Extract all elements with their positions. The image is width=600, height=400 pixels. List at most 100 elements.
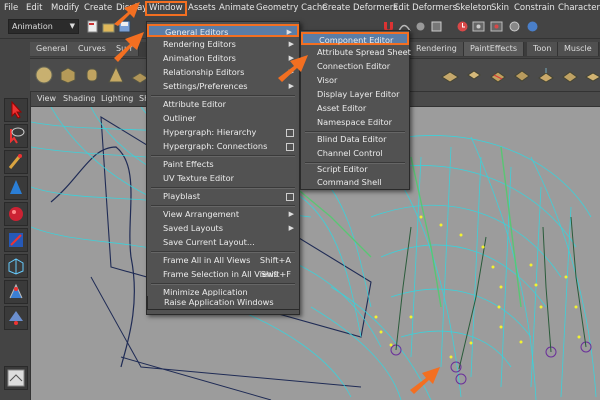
- polygon-wedge-icon[interactable]: [536, 65, 556, 85]
- render-icon[interactable]: [472, 20, 485, 33]
- menu-item-label: Namespace Editor: [317, 117, 393, 127]
- general-editors-channel-control[interactable]: Channel Control: [301, 147, 409, 160]
- tutorial-arrow-icon: [114, 32, 144, 62]
- panel-menu-view[interactable]: View: [37, 94, 56, 103]
- menu-item-label: Attribute Spread Sheet: [317, 47, 411, 57]
- point-snap-icon[interactable]: [414, 20, 427, 33]
- general-editors-attribute-spread-sheet[interactable]: Attribute Spread Sheet: [301, 46, 411, 59]
- soft-mod-icon[interactable]: [4, 280, 28, 304]
- chevron-down-icon: ▼: [69, 22, 75, 30]
- menu-item-label: Saved Layouts: [163, 223, 223, 233]
- menu-modify[interactable]: Modify: [51, 3, 79, 13]
- general-editors-asset-editor[interactable]: Asset Editor: [301, 102, 409, 115]
- shelf-tab-toon[interactable]: Toon: [527, 42, 559, 56]
- general-editors-component-editor[interactable]: Component Editor: [301, 32, 409, 45]
- polygon-smooth-icon[interactable]: [560, 65, 580, 85]
- history-icon[interactable]: [456, 20, 469, 33]
- window-menu-rendering-editors[interactable]: Rendering Editors ▶: [147, 38, 299, 51]
- window-menu-hypergraph-connections[interactable]: Hypergraph: Connections: [147, 140, 299, 153]
- nurbs-cone-icon[interactable]: [106, 65, 126, 85]
- shelf-tab-curves[interactable]: Curves: [72, 42, 113, 56]
- menu-geometry-cache[interactable]: Geometry Cache: [256, 3, 328, 13]
- polygon-combine-icon[interactable]: [584, 65, 600, 85]
- menu-animate[interactable]: Animate: [219, 3, 255, 13]
- menu-item-label: Attribute Editor: [163, 99, 226, 109]
- menu-assets[interactable]: Assets: [188, 3, 216, 13]
- shelf-tab-muscle[interactable]: Muscle: [558, 42, 599, 56]
- menu-item-label: Channel Control: [317, 148, 383, 158]
- select-arrow-icon[interactable]: [4, 98, 28, 122]
- universal-manip-icon[interactable]: [4, 254, 28, 278]
- polygon-split-icon[interactable]: [488, 65, 508, 85]
- menu-skin[interactable]: Skin: [491, 3, 509, 13]
- menu-item-label: Asset Editor: [317, 103, 367, 113]
- window-menu-save-current-layout[interactable]: Save Current Layout...: [147, 236, 299, 249]
- polygon-plane-icon[interactable]: [440, 65, 460, 85]
- window-menu-frame-selection[interactable]: Frame Selection in All Views Shift+F: [147, 268, 299, 281]
- menu-window[interactable]: Window: [145, 1, 187, 16]
- general-editors-connection-editor[interactable]: Connection Editor: [301, 60, 409, 73]
- panel-menu-shading[interactable]: Shading: [63, 94, 96, 103]
- general-editors-blind-data-editor[interactable]: Blind Data Editor: [301, 133, 409, 146]
- layout-single-icon[interactable]: [4, 366, 28, 390]
- polygon-extrude-icon[interactable]: [464, 65, 484, 85]
- menu-skeleton[interactable]: Skeleton: [455, 3, 492, 13]
- menu-shortcut: Shift+F: [260, 269, 291, 279]
- menu-create-deformers[interactable]: Create Deformers: [322, 3, 398, 13]
- tutorial-arrow-icon: [410, 367, 440, 394]
- menu-create[interactable]: Create: [84, 3, 112, 13]
- menu-constrain[interactable]: Constrain: [514, 3, 555, 13]
- tutorial-arrow-icon: [278, 55, 308, 82]
- general-editors-namespace-editor[interactable]: Namespace Editor: [301, 116, 409, 129]
- menu-set-select[interactable]: Animation ▼: [8, 19, 79, 34]
- window-menu-playblast[interactable]: Playblast: [147, 190, 299, 203]
- ipr-render-icon[interactable]: [490, 20, 503, 33]
- window-menu-paint-effects[interactable]: Paint Effects: [147, 158, 299, 171]
- option-box-icon[interactable]: [286, 143, 294, 151]
- window-menu-saved-layouts[interactable]: Saved Layouts ▶: [147, 222, 299, 235]
- rotate-icon[interactable]: [4, 202, 28, 226]
- general-editors-display-layer-editor[interactable]: Display Layer Editor: [301, 88, 409, 101]
- shelf-tab-rendering[interactable]: Rendering: [410, 42, 464, 56]
- menu-edit[interactable]: Edit: [26, 3, 42, 13]
- menu-character[interactable]: Character: [558, 3, 600, 13]
- nurbs-sphere-icon[interactable]: [34, 65, 54, 85]
- toolbox: [0, 92, 31, 400]
- hypershade-icon[interactable]: [526, 20, 539, 33]
- lasso-icon[interactable]: [4, 124, 28, 148]
- option-box-icon[interactable]: [286, 193, 294, 201]
- menu-edit-deformers[interactable]: Edit Deformers: [393, 3, 457, 13]
- window-menu-uv-texture-editor[interactable]: UV Texture Editor: [147, 172, 299, 185]
- file-new-icon[interactable]: [86, 20, 99, 33]
- surface-snap-icon[interactable]: [430, 20, 443, 33]
- show-manip-icon[interactable]: [4, 306, 28, 330]
- menu-separator: [151, 251, 295, 253]
- window-menu-outliner[interactable]: Outliner: [147, 112, 299, 125]
- nurbs-cube-icon[interactable]: [58, 65, 78, 85]
- render-settings-icon[interactable]: [508, 20, 521, 33]
- scale-icon[interactable]: [4, 228, 28, 252]
- option-box-icon[interactable]: [286, 129, 294, 137]
- shelf-tab-painteffects[interactable]: PaintEffects: [464, 42, 524, 56]
- move-icon[interactable]: [4, 176, 28, 200]
- menu-file[interactable]: File: [4, 3, 18, 13]
- window-menu-general-editors[interactable]: General Editors ▶: [147, 24, 299, 37]
- window-menu-view-arrangement[interactable]: View Arrangement ▶: [147, 208, 299, 221]
- nurbs-cylinder-icon[interactable]: [82, 65, 102, 85]
- panel-menu-lighting[interactable]: Lighting: [101, 94, 133, 103]
- general-editors-command-shell[interactable]: Command Shell: [301, 176, 409, 189]
- shelf-tab-general[interactable]: General: [30, 42, 75, 56]
- polygon-bevel-icon[interactable]: [512, 65, 532, 85]
- paint-select-icon[interactable]: [4, 150, 28, 174]
- general-editors-visor[interactable]: Visor: [301, 74, 409, 87]
- window-menu-raise-application-windows[interactable]: Raise Application Windows: [147, 296, 300, 310]
- tutorial-arrow-icon: [114, 2, 140, 26]
- window-menu-attribute-editor[interactable]: Attribute Editor: [147, 98, 299, 111]
- window-menu-frame-all[interactable]: Frame All in All Views Shift+A: [147, 254, 299, 267]
- menu-item-label: Blind Data Editor: [317, 134, 387, 144]
- submenu-arrow-icon: ▶: [288, 210, 294, 218]
- general-editors-script-editor[interactable]: Script Editor: [301, 163, 409, 176]
- menu-separator: [151, 205, 295, 207]
- window-menu-hypergraph-hierarchy[interactable]: Hypergraph: Hierarchy: [147, 126, 299, 139]
- menu-item-label: UV Texture Editor: [163, 173, 234, 183]
